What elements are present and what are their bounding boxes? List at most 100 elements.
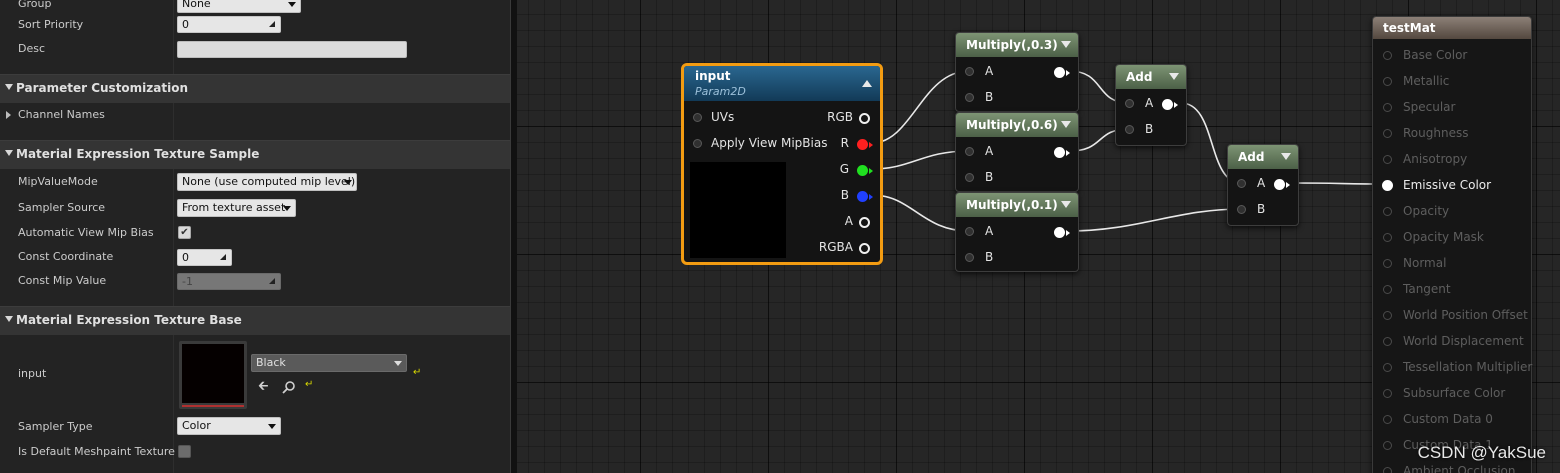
section-texture-sample[interactable]: Material Expression Texture Sample [0,140,510,169]
output-pin[interactable] [1054,227,1065,238]
material-result-node[interactable]: testMat Base Color Metallic Specular Roughn… [1372,16,1532,473]
pin-label: B [1145,122,1154,136]
material-graph[interactable]: input Param2D UVs Apply View MipBias RGB… [517,0,1560,473]
reset-to-default-icon[interactable]: ↵ [305,379,313,390]
pin-icon[interactable] [1125,125,1134,134]
output-pin-a[interactable]: A [792,213,872,233]
group-combo[interactable]: None [177,0,301,13]
pin-icon[interactable] [1383,233,1392,242]
pin-arrow-icon [869,194,873,200]
sampler-type-combo[interactable]: Color [177,417,281,435]
collapse-node-icon[interactable] [1061,41,1071,48]
pin-icon[interactable] [1383,103,1392,112]
pin-icon[interactable] [1237,179,1246,188]
output-pin-rgba[interactable]: RGBA [792,239,872,259]
const-mip-value-row: Const Mip Value -1 [0,269,510,293]
pin-icon[interactable] [965,173,974,182]
multiply-node-1[interactable]: Multiply(,0.3) A B [955,32,1079,112]
collapse-node-icon[interactable] [1061,201,1071,208]
collapse-node-icon[interactable] [1281,153,1291,160]
auto-view-mip-bias-checkbox[interactable]: ✔ [178,226,191,239]
channel-names-row[interactable]: Channel Names [0,103,510,127]
output-pin-b[interactable]: B [792,187,873,207]
node-header[interactable]: Add [1228,145,1298,169]
multiply-node-2[interactable]: Multiply(,0.6) A B [955,112,1079,192]
pin-icon[interactable] [965,253,974,262]
use-selected-arrow-icon[interactable]: 🡰 [258,377,269,399]
node-header[interactable]: Multiply(,0.6) [956,113,1078,137]
pin-arrow-icon [1066,230,1070,236]
pin-icon[interactable] [1383,155,1392,164]
pin-icon[interactable] [1383,441,1392,450]
add-node-1[interactable]: Add A B [1115,64,1187,146]
texture-sample-node[interactable]: input Param2D UVs Apply View MipBias RGB… [681,63,883,265]
pin-icon[interactable] [965,93,974,102]
is-default-meshpaint-checkbox[interactable] [178,445,191,458]
pin-icon[interactable] [857,191,868,202]
pin-icon[interactable] [1125,99,1134,108]
output-pin-g[interactable]: G [792,161,873,181]
pin-icon[interactable] [859,217,870,228]
node-header[interactable]: Multiply(,0.1) [956,193,1078,217]
pin-icon[interactable] [1383,311,1392,320]
pin-icon[interactable] [965,227,974,236]
output-pin[interactable] [1054,147,1065,158]
pin-icon[interactable] [1383,467,1392,473]
pin-label: B [985,250,994,264]
pin-icon[interactable] [693,139,702,148]
mip-value-mode-combo[interactable]: None (use computed mip level) [177,173,357,191]
pin-icon[interactable] [1382,180,1393,191]
pin-label: Emissive Color [1403,178,1492,192]
pin-icon[interactable] [1383,51,1392,60]
pin-icon[interactable] [1237,205,1246,214]
desc-field[interactable] [177,41,407,58]
sort-priority-field[interactable]: 0 [177,16,281,33]
texture-thumbnail[interactable] [179,341,247,409]
node-header[interactable]: testMat [1373,17,1531,39]
multiply-node-3[interactable]: Multiply(,0.1) A B [955,192,1079,272]
reset-to-default-icon[interactable]: ↵ [413,367,421,378]
pin-icon[interactable] [1383,363,1392,372]
pin-icon[interactable] [1383,337,1392,346]
pin-icon[interactable] [1383,285,1392,294]
output-pin-r[interactable]: R [792,135,873,155]
const-coordinate-field[interactable]: 0 [177,249,232,266]
add-node-2[interactable]: Add A B [1227,144,1299,226]
pin-icon[interactable] [693,113,702,122]
mip-value-mode-value: None (use computed mip level) [182,175,356,188]
section-parameter-customization[interactable]: Parameter Customization [0,74,510,103]
output-pin[interactable] [1054,67,1065,78]
pin-label: Normal [1403,256,1447,270]
output-pin-rgb[interactable]: RGB [792,109,872,129]
pin-icon[interactable] [1383,415,1392,424]
collapse-arrow-icon [5,84,13,90]
output-pin[interactable] [1274,179,1285,190]
output-pin[interactable] [1162,99,1173,110]
pin-arrow-icon [1286,182,1290,188]
pin-icon[interactable] [965,67,974,76]
pin-icon[interactable] [1383,207,1392,216]
pin-icon[interactable] [1383,129,1392,138]
collapse-node-icon[interactable] [862,80,872,87]
collapse-node-icon[interactable] [1169,73,1179,80]
sampler-source-label: Sampler Source [18,201,106,214]
pin-icon[interactable] [859,243,870,254]
pin-icon[interactable] [857,139,868,150]
node-header[interactable]: Multiply(,0.3) [956,33,1078,57]
collapse-node-icon[interactable] [1061,121,1071,128]
node-header[interactable]: input Param2D [684,66,880,101]
texture-asset-combo[interactable]: Black [251,354,407,372]
search-icon[interactable] [282,380,296,394]
pin-icon[interactable] [1383,389,1392,398]
expand-arrow-icon[interactable] [6,111,11,119]
pin-icon[interactable] [857,165,868,176]
node-header[interactable]: Add [1116,65,1186,89]
sampler-source-combo[interactable]: From texture asset [177,199,296,217]
pin-icon[interactable] [859,113,870,124]
mip-value-mode-row: MipValueMode None (use computed mip leve… [0,170,510,194]
section-texture-base[interactable]: Material Expression Texture Base [0,306,510,335]
pin-label: Opacity Mask [1403,230,1484,244]
pin-icon[interactable] [1383,77,1392,86]
pin-icon[interactable] [965,147,974,156]
pin-icon[interactable] [1383,259,1392,268]
